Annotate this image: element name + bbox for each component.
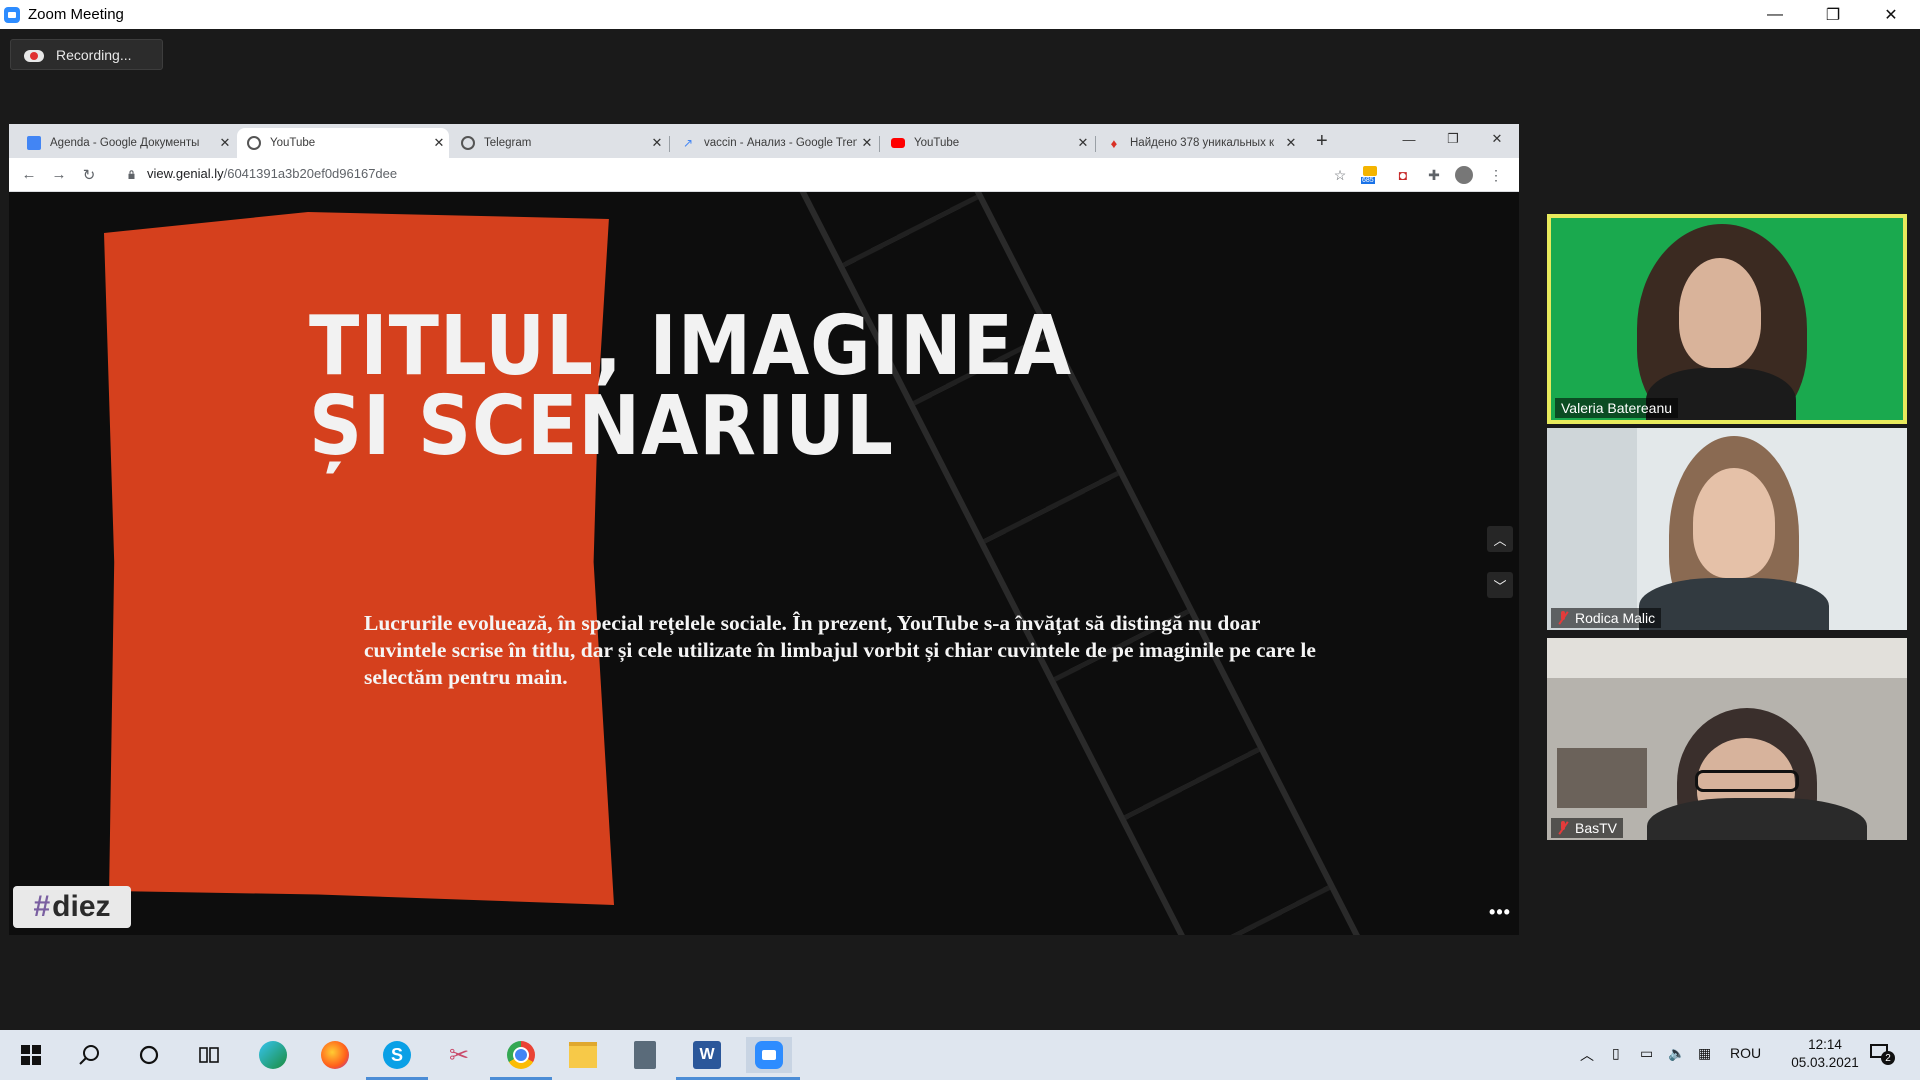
extension-badge-count: 685 xyxy=(1361,177,1375,184)
window-title: Zoom Meeting xyxy=(28,6,124,23)
notifications-icon[interactable]: 2 xyxy=(1870,1042,1895,1065)
profile-avatar-icon[interactable] xyxy=(1455,166,1473,184)
windows-taskbar: S ✂ W ︿ ▯ ▭ 🔈 ▦ ROU 12:14 05.03.2021 2 xyxy=(0,1030,1920,1080)
participant-tile-bastv[interactable]: BasTV xyxy=(1547,638,1907,840)
firefox-icon[interactable] xyxy=(312,1037,358,1073)
tab-telegram[interactable]: Telegram ✕ xyxy=(451,128,667,158)
slide-title: TITLUL, IMAGINEA ȘI SCENARIUL xyxy=(309,299,1072,474)
chrome-icon xyxy=(247,136,261,150)
flame-icon: ♦ xyxy=(1110,135,1118,151)
slide-title-line2: ȘI SCENARIUL xyxy=(309,379,894,474)
extension-badge-icon[interactable]: 685 xyxy=(1361,166,1381,184)
forward-arrow-icon[interactable]: → xyxy=(44,166,74,183)
clock-date: 05.03.2021 xyxy=(1791,1055,1859,1070)
slide-body-text: Lucrurile evoluează, în special rețelele… xyxy=(364,611,1316,689)
tab-agenda[interactable]: Agenda - Google Документы ✕ xyxy=(17,128,235,158)
tab-close-icon[interactable]: ✕ xyxy=(1281,135,1301,151)
url-text[interactable]: view.genial.ly/6041391a3b20ef0d96167dee xyxy=(147,166,397,181)
chrome-icon xyxy=(461,136,475,150)
presentation-slide: TITLUL, IMAGINEA ȘI SCENARIUL Lucrurile … xyxy=(9,192,1519,935)
zoom-title-bar: Zoom Meeting — ❐ ✕ xyxy=(0,0,1920,29)
tab-google-trends[interactable]: ↗ vaccin - Анализ - Google Trends ✕ xyxy=(671,128,877,158)
chrome-icon[interactable] xyxy=(490,1037,552,1080)
battery-icon[interactable]: ▭ xyxy=(1640,1045,1653,1062)
word-icon[interactable]: W xyxy=(676,1037,738,1080)
keyboard-icon[interactable]: ▦ xyxy=(1698,1045,1711,1062)
slide-more-button[interactable]: ••• xyxy=(1487,899,1513,925)
new-tab-button[interactable]: + xyxy=(1316,130,1328,153)
tab-close-icon[interactable]: ✕ xyxy=(647,135,667,151)
calculator-icon[interactable] xyxy=(622,1037,668,1073)
address-bar: ← → ↻ view.genial.ly/6041391a3b20ef0d961… xyxy=(9,158,1519,192)
windows-start-icon[interactable] xyxy=(8,1037,54,1073)
diez-logo: # diez xyxy=(13,886,131,928)
minimize-button[interactable]: — xyxy=(1746,0,1804,29)
trends-icon: ↗ xyxy=(682,136,694,150)
tab-found-378[interactable]: ♦ Найдено 378 уникальных к ✕ xyxy=(1097,128,1301,158)
tab-close-icon[interactable]: ✕ xyxy=(857,135,877,151)
browser-minimize-button[interactable]: — xyxy=(1387,124,1431,154)
cortana-icon[interactable] xyxy=(126,1037,172,1073)
participant-tile-valeria[interactable]: Valeria Batereanu xyxy=(1547,214,1907,424)
tab-close-icon[interactable]: ✕ xyxy=(215,135,235,151)
shared-screen-browser: Agenda - Google Документы ✕ YouTube ✕ Te… xyxy=(9,124,1519,935)
skype-icon[interactable]: S xyxy=(366,1037,428,1080)
tab-close-icon[interactable]: ✕ xyxy=(429,135,449,151)
recording-indicator[interactable]: Recording... xyxy=(10,39,163,70)
restore-button[interactable]: ❐ xyxy=(1804,0,1862,29)
tab-close-icon[interactable]: ✕ xyxy=(1073,135,1093,151)
edge-icon[interactable] xyxy=(250,1037,296,1073)
lock-icon xyxy=(128,170,135,179)
url-path: /6041391a3b20ef0d96167dee xyxy=(223,166,398,181)
browser-restore-button[interactable]: ❐ xyxy=(1431,124,1475,154)
recording-label: Recording... xyxy=(56,46,132,63)
clock-time: 12:14 xyxy=(1808,1037,1842,1052)
browser-close-button[interactable]: ✕ xyxy=(1475,124,1519,154)
language-indicator[interactable]: ROU xyxy=(1730,1045,1761,1061)
search-icon[interactable] xyxy=(66,1037,112,1073)
task-view-icon[interactable] xyxy=(186,1037,232,1073)
slide-title-line1: TITLUL, IMAGINEA xyxy=(309,299,1072,394)
tab-youtube[interactable]: YouTube ✕ xyxy=(881,128,1093,158)
pocket-icon[interactable]: ◘ xyxy=(1394,166,1412,184)
volume-icon[interactable]: 🔈 xyxy=(1668,1045,1685,1062)
youtube-icon xyxy=(891,138,905,148)
url-host: view.genial.ly xyxy=(147,166,224,181)
reload-icon[interactable]: ↻ xyxy=(74,166,104,184)
recording-icon xyxy=(24,48,44,62)
participant-tile-rodica[interactable]: Rodica Malic xyxy=(1547,428,1907,630)
close-button[interactable]: ✕ xyxy=(1862,0,1920,29)
snip-icon[interactable]: ✂ xyxy=(436,1037,482,1073)
tab-strip: Agenda - Google Документы ✕ YouTube ✕ Te… xyxy=(9,124,1519,158)
muted-mic-icon xyxy=(1557,611,1569,625)
muted-mic-icon xyxy=(1557,821,1569,835)
participant-name: Valeria Batereanu xyxy=(1555,398,1679,418)
clock[interactable]: 12:14 05.03.2021 xyxy=(1780,1036,1870,1072)
slide-next-button[interactable]: ﹀ xyxy=(1487,572,1513,598)
tray-device-icon[interactable]: ▯ xyxy=(1612,1045,1620,1062)
browser-menu-icon[interactable]: ⋮ xyxy=(1487,166,1505,184)
tray-chevron-icon[interactable]: ︿ xyxy=(1580,1045,1594,1065)
tab-youtube-active[interactable]: YouTube ✕ xyxy=(237,128,449,158)
zoom-icon[interactable] xyxy=(738,1037,800,1080)
participant-name: Rodica Malic xyxy=(1551,608,1662,628)
participant-name: BasTV xyxy=(1551,818,1624,838)
docs-icon xyxy=(27,136,41,150)
file-explorer-icon[interactable] xyxy=(560,1037,606,1073)
zoom-logo-icon xyxy=(4,6,20,23)
extensions-puzzle-icon[interactable]: ✚ xyxy=(1425,166,1443,184)
bookmark-star-icon[interactable]: ☆ xyxy=(1331,166,1349,184)
back-arrow-icon[interactable]: ← xyxy=(14,166,44,183)
notification-count: 2 xyxy=(1881,1051,1895,1065)
slide-prev-button[interactable]: ︿ xyxy=(1487,526,1513,552)
